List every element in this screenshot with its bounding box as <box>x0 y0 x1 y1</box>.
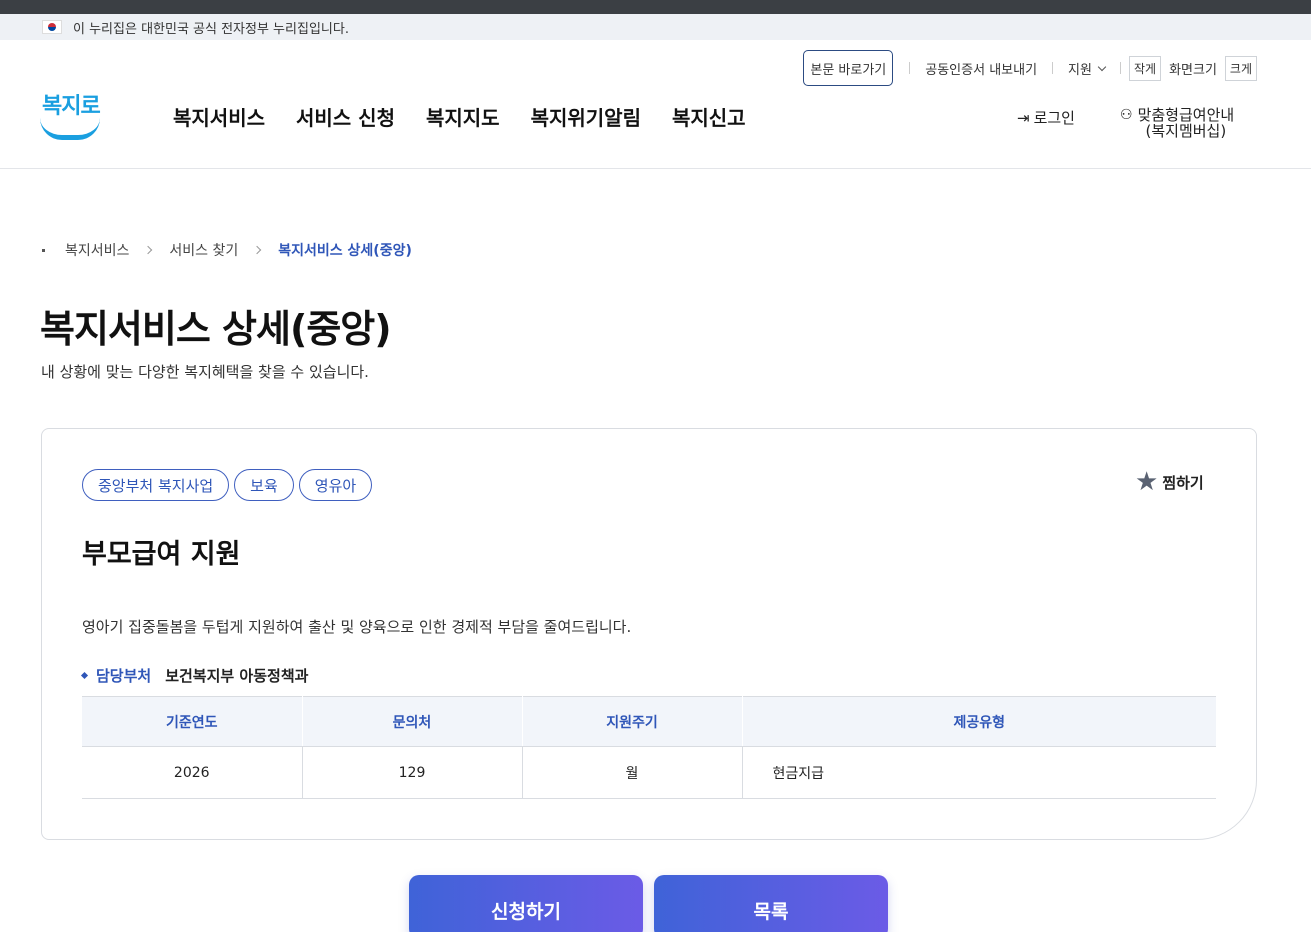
os-taskbar-strip <box>0 0 1311 14</box>
department-value: 보건복지부 아동정책과 <box>165 667 309 685</box>
department-label: 담당부처 <box>96 667 152 685</box>
user-plus-icon: ⚇ <box>1120 107 1133 123</box>
chevron-down-icon <box>1097 62 1107 71</box>
bokjiro-logo[interactable]: 복지로 <box>40 88 102 142</box>
korea-flag-icon <box>42 20 62 34</box>
bookmark-label: 찜하기 <box>1162 473 1204 492</box>
home-bullet-icon <box>42 248 45 252</box>
table-header: 문의처 <box>302 696 523 747</box>
font-large-button[interactable]: 크게 <box>1224 55 1257 81</box>
nav-welfare-map[interactable]: 복지지도 <box>426 102 500 131</box>
logo-smile-shape <box>40 118 100 140</box>
login-icon: ⇥ <box>1017 108 1030 127</box>
membership-line2: (복지멤버십) <box>1145 122 1227 140</box>
bookmark-button[interactable]: ★ 찜하기 <box>1135 469 1204 495</box>
apply-button[interactable]: 신청하기 <box>409 875 643 932</box>
table-cell: 2026 <box>82 746 303 799</box>
font-small-button[interactable]: 작게 <box>1128 55 1162 81</box>
page-title: 복지서비스 상세(중앙) <box>40 307 392 351</box>
divider <box>909 62 911 74</box>
chevron-right-icon <box>144 245 153 255</box>
nav-welfare-report[interactable]: 복지신고 <box>672 102 746 131</box>
table-cell: 현금지급 <box>742 746 1216 799</box>
gov-banner: 이 누리집은 대한민국 공식 전자정부 누리집입니다. <box>0 14 1311 40</box>
chevron-right-icon <box>253 245 262 255</box>
font-size-label: 화면크기 <box>1169 62 1217 78</box>
list-button[interactable]: 목록 <box>654 875 888 932</box>
nav-service-apply[interactable]: 서비스 신청 <box>296 102 395 131</box>
nav-welfare-service[interactable]: 복지서비스 <box>173 102 265 131</box>
login-button[interactable]: ⇥ 로그인 <box>1017 107 1075 128</box>
table-cell: 월 <box>522 746 743 799</box>
site-header: 본문 바로가기 공동인증서 내보내기 지원 작게 화면크기 크게 복지로 복지서… <box>0 40 1311 169</box>
divider <box>1052 62 1054 74</box>
department-row: 담당부처 보건복지부 아동정책과 <box>80 665 309 686</box>
skip-to-content-button[interactable]: 본문 바로가기 <box>803 50 894 86</box>
table-header: 지원주기 <box>522 696 743 747</box>
tag-central-ministry[interactable]: 중앙부처 복지사업 <box>82 469 230 501</box>
service-card: 중앙부처 복지사업 보육 영유아 ★ 찜하기 부모급여 지원 영아기 집중돌봄을… <box>41 428 1257 840</box>
cert-export-link[interactable]: 공동인증서 내보내기 <box>918 59 1044 78</box>
logo-text: 복지로 <box>42 94 101 119</box>
gov-banner-text: 이 누리집은 대한민국 공식 전자정부 누리집입니다. <box>73 21 349 37</box>
service-info-table: 기준연도 문의처 지원주기 제공유형 2026 129 월 현금지급 <box>82 696 1216 799</box>
table-header: 제공유형 <box>742 696 1216 747</box>
diamond-bullet-icon <box>80 671 89 680</box>
page-description: 내 상황에 맞는 다양한 복지혜택을 찾을 수 있습니다. <box>41 363 369 381</box>
login-label: 로그인 <box>1033 109 1075 127</box>
membership-button[interactable]: ⚇ 맞춤형급여안내 (복지멤버십) <box>1120 107 1234 139</box>
tag-list: 중앙부처 복지사업 보육 영유아 <box>82 469 377 501</box>
breadcrumb-item[interactable]: 서비스 찾기 <box>169 240 238 260</box>
action-buttons: 신청하기 목록 <box>409 875 899 932</box>
utility-bar: 본문 바로가기 공동인증서 내보내기 지원 작게 화면크기 크게 <box>803 50 1257 86</box>
nav-crisis-alert[interactable]: 복지위기알림 <box>531 102 641 131</box>
breadcrumb: 복지서비스 서비스 찾기 복지서비스 상세(중앙) <box>42 240 412 260</box>
table-row: 2026 129 월 현금지급 <box>82 746 1216 799</box>
breadcrumb-item[interactable]: 복지서비스 <box>65 240 129 260</box>
service-description: 영아기 집중돌봄을 두텁게 지원하여 출산 및 양육으로 인한 경제적 부담을 … <box>82 618 632 636</box>
divider <box>1119 62 1121 74</box>
table-header: 기준연도 <box>82 696 303 747</box>
breadcrumb-current: 복지서비스 상세(중앙) <box>278 243 412 259</box>
membership-label: 맞춤형급여안내 (복지멤버십) <box>1138 107 1235 139</box>
star-icon: ★ <box>1135 467 1159 497</box>
main-nav: 복지서비스 서비스 신청 복지지도 복지위기알림 복지신고 <box>173 102 777 131</box>
table-header-row: 기준연도 문의처 지원주기 제공유형 <box>82 696 1216 747</box>
service-title: 부모급여 지원 <box>82 539 241 570</box>
tag-childcare[interactable]: 보육 <box>234 469 294 501</box>
table-cell: 129 <box>302 746 523 799</box>
tag-infant[interactable]: 영유아 <box>298 469 373 501</box>
support-dropdown[interactable]: 지원 <box>1061 59 1112 78</box>
support-label: 지원 <box>1068 62 1092 78</box>
